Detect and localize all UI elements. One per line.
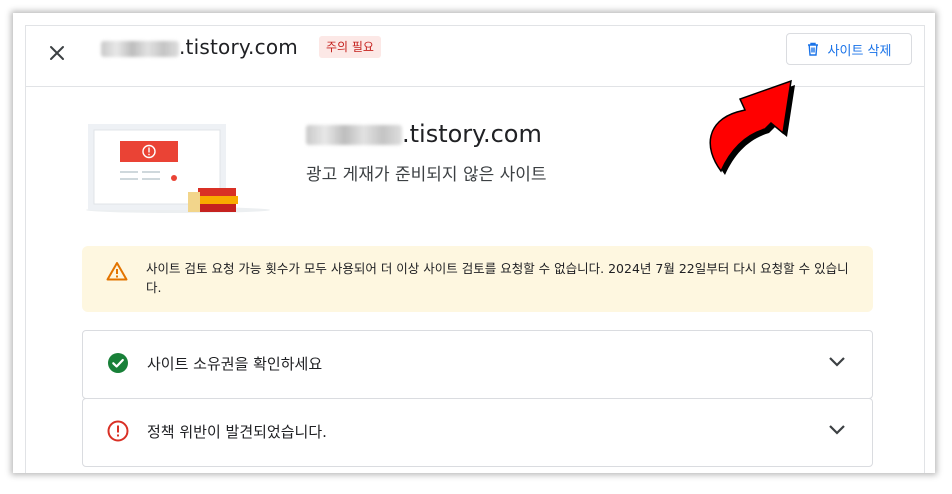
redacted-subdomain bbox=[306, 125, 402, 145]
verify-ownership-section[interactable]: 사이트 소유권을 확인하세요 bbox=[82, 330, 873, 399]
policy-violation-section[interactable]: 정책 위반이 발견되었습니다. bbox=[82, 398, 873, 467]
header-site-domain: .tistory.com bbox=[101, 35, 298, 59]
check-circle-icon bbox=[108, 353, 128, 373]
annotation-arrow bbox=[709, 79, 795, 175]
chevron-down-icon[interactable] bbox=[828, 423, 846, 435]
chevron-down-icon[interactable] bbox=[828, 355, 846, 367]
warning-triangle-icon bbox=[106, 262, 128, 281]
review-limit-warning: 사이트 검토 요청 가능 횟수가 모두 사용되어 더 이상 사이트 검토를 요청… bbox=[82, 246, 873, 312]
warning-message: 사이트 검토 요청 가능 횟수가 모두 사용되어 더 이상 사이트 검토를 요청… bbox=[146, 261, 849, 295]
site-domain-suffix: .tistory.com bbox=[402, 120, 542, 148]
redacted-subdomain bbox=[101, 40, 179, 57]
site-status-text: 광고 게재가 준비되지 않은 사이트 bbox=[306, 165, 547, 185]
site-domain-title: .tistory.com bbox=[306, 120, 542, 148]
site-illustration bbox=[86, 124, 270, 213]
close-icon bbox=[50, 46, 64, 60]
panel-header: .tistory.com 주의 필요 사이트 삭제 bbox=[26, 26, 924, 87]
delete-site-label: 사이트 삭제 bbox=[827, 43, 892, 59]
trash-icon bbox=[807, 42, 818, 56]
attention-badge: 주의 필요 bbox=[319, 36, 381, 58]
error-circle-icon bbox=[107, 420, 129, 442]
policy-violation-label: 정책 위반이 발견되었습니다. bbox=[147, 423, 327, 441]
header-domain-suffix: .tistory.com bbox=[179, 35, 298, 59]
verify-ownership-label: 사이트 소유권을 확인하세요 bbox=[147, 355, 323, 373]
delete-site-button[interactable]: 사이트 삭제 bbox=[786, 33, 912, 65]
screenshot-frame: .tistory.com 주의 필요 사이트 삭제 .tistory.com 광… bbox=[13, 13, 935, 473]
close-button[interactable] bbox=[44, 40, 70, 66]
